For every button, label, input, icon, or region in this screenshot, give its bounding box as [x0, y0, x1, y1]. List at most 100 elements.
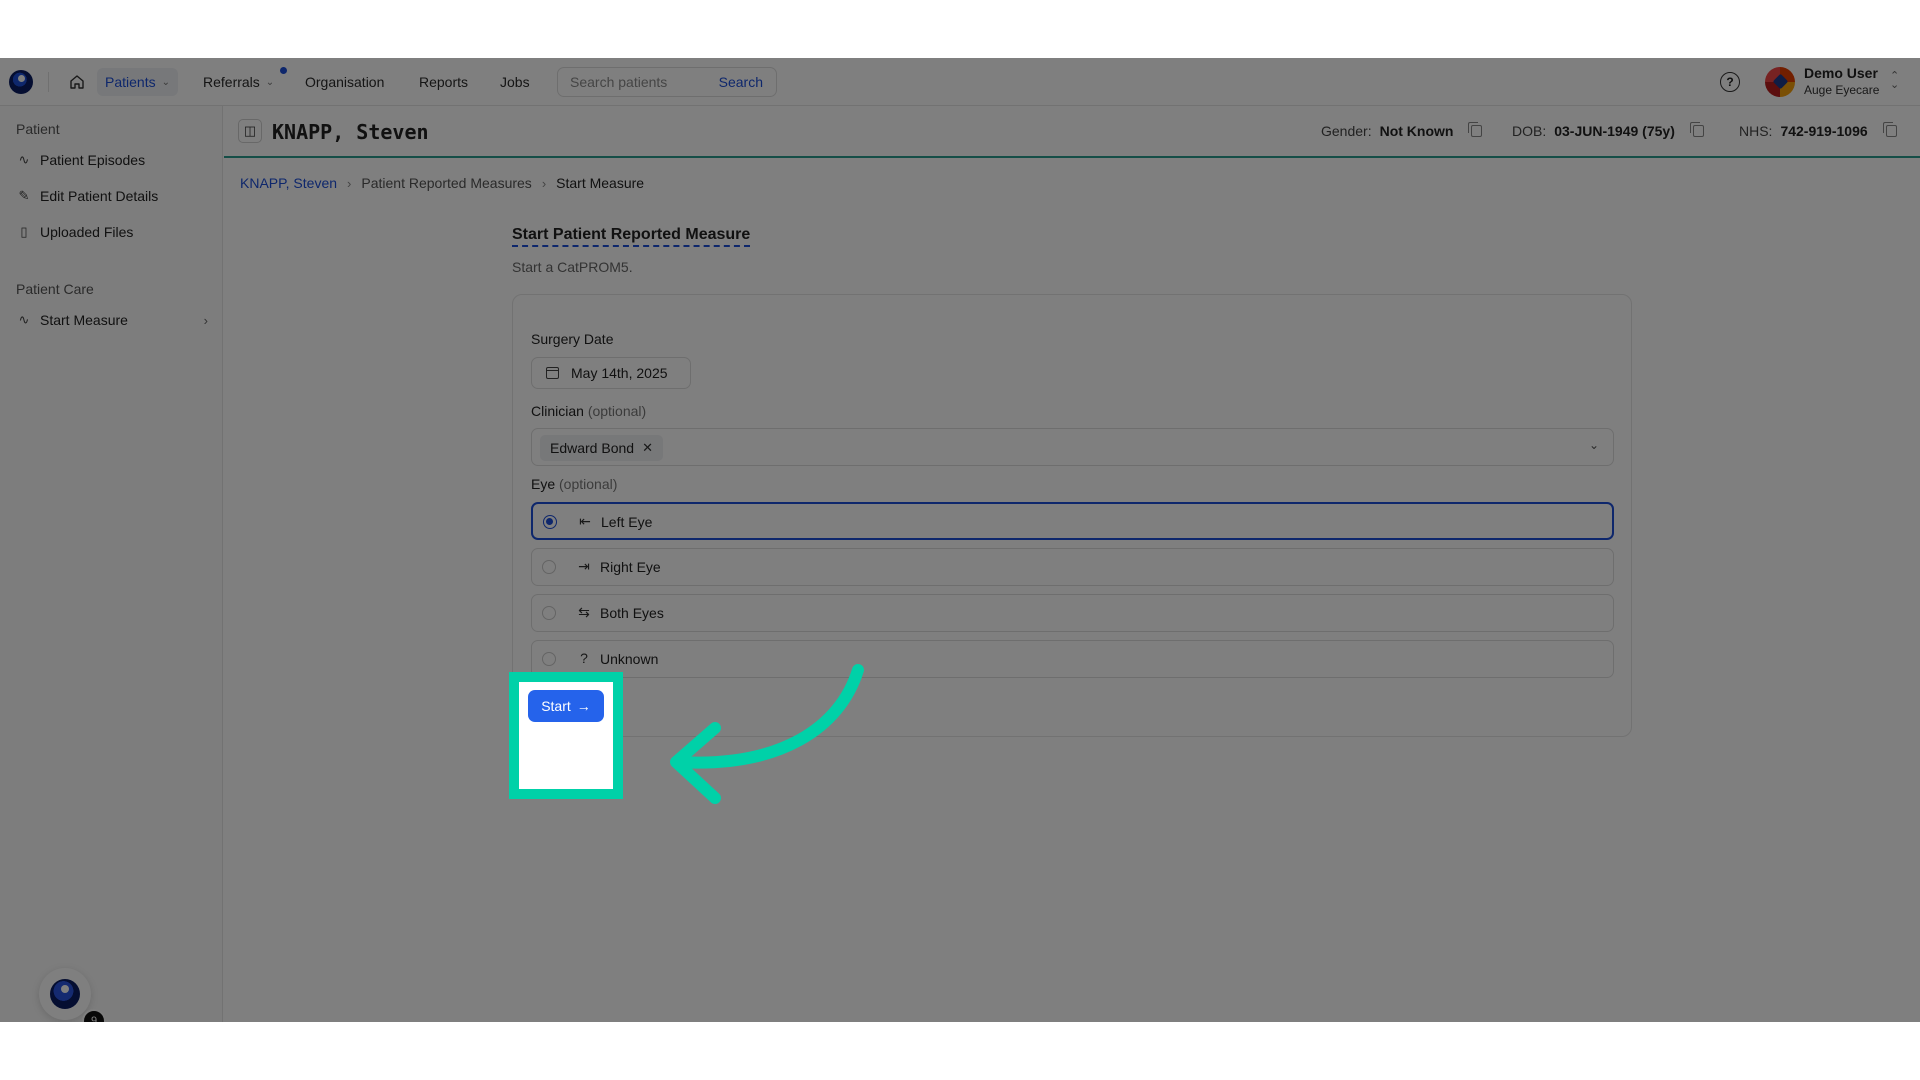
sidebar-item-uploaded-files[interactable]: ▯ Uploaded Files [16, 218, 208, 246]
arrow-right-to-line-icon: ⇥ [578, 558, 590, 574]
nav-organisation-label: Organisation [305, 74, 385, 90]
sidebar-item-label: Start Measure [40, 312, 128, 328]
assistant-button[interactable] [39, 968, 91, 1020]
clinician-label: Clinician (optional) [531, 403, 646, 419]
page-title: Start Patient Reported Measure [512, 226, 751, 247]
sidebar-section-patient: Patient [16, 121, 60, 137]
chevron-down-icon[interactable]: ⌄ [1589, 438, 1599, 452]
chevron-right-icon: › [347, 175, 352, 191]
arrows-left-right-icon: ⇆ [578, 604, 590, 620]
nav-patients[interactable]: Patients ⌄ [97, 68, 178, 96]
optional-hint: (optional) [587, 403, 647, 419]
pointer-arrow [670, 664, 864, 804]
dob-value: 03-JUN-1949 (75y) [1554, 123, 1675, 139]
breadcrumb-section[interactable]: Patient Reported Measures [361, 175, 531, 191]
breadcrumb: KNAPP, Steven › Patient Reported Measure… [240, 175, 644, 191]
radio-button[interactable] [543, 515, 557, 529]
notification-dot [280, 67, 287, 74]
arrow-right-icon: → [576, 698, 591, 714]
file-icon: ▯ [20, 224, 28, 239]
sidebar-item-patient-episodes[interactable]: ∿ Patient Episodes [16, 146, 208, 174]
panel-toggle-icon[interactable]: ◫ [238, 119, 262, 143]
eye-label-text: Eye [531, 476, 556, 492]
eye-option-label: Left Eye [601, 514, 653, 530]
nav-jobs[interactable]: Jobs [492, 68, 538, 96]
nav-referrals[interactable]: Referrals ⌄ [195, 68, 282, 96]
search-input[interactable] [558, 74, 698, 90]
eye-option-both[interactable]: ⇆ Both Eyes [531, 594, 1614, 632]
eye-logo-icon [50, 979, 80, 1009]
breadcrumb-patient[interactable]: KNAPP, Steven [240, 175, 337, 191]
user-name[interactable]: Demo User [1804, 65, 1878, 81]
gender-label: Gender: [1321, 123, 1372, 139]
patient-name: KNAPP, Steven [272, 120, 429, 144]
radio-button[interactable] [542, 560, 556, 574]
home-icon[interactable] [66, 71, 88, 93]
surgery-date-picker[interactable]: May 14th, 2025 [531, 357, 691, 389]
top-nav: Patients ⌄ Referrals ⌄ Organisation Repo… [0, 58, 1920, 106]
surgery-date-label: Surgery Date [531, 331, 614, 347]
nhs-label: NHS: [1739, 123, 1773, 139]
close-icon[interactable]: ✕ [642, 440, 653, 456]
nav-reports[interactable]: Reports [411, 68, 476, 96]
copy-icon[interactable] [1689, 122, 1704, 137]
nav-divider [48, 72, 49, 92]
sidebar-item-label: Patient Episodes [40, 152, 146, 168]
app-window: Patients ⌄ Referrals ⌄ Organisation Repo… [0, 58, 1920, 1022]
eye-option-label: Both Eyes [600, 605, 664, 621]
nav-organisation[interactable]: Organisation [297, 68, 392, 96]
app-logo[interactable] [9, 70, 33, 94]
radio-button[interactable] [542, 606, 556, 620]
sidebar-item-label: Uploaded Files [40, 224, 134, 240]
user-organisation: Auge Eyecare [1804, 83, 1880, 97]
nav-referrals-label: Referrals [203, 74, 260, 90]
clinician-label-text: Clinician [531, 403, 584, 419]
page-subtitle: Start a CatPROM5. [512, 259, 633, 275]
patient-search: Search [557, 67, 777, 97]
activity-icon: ∿ [18, 152, 30, 167]
user-avatar[interactable] [1765, 67, 1795, 97]
nav-jobs-label: Jobs [500, 74, 530, 90]
surgery-date-value: May 14th, 2025 [571, 365, 668, 381]
eye-label: Eye (optional) [531, 476, 617, 492]
chevron-down-icon: ⌄ [161, 76, 170, 88]
chevron-up-down-icon[interactable]: ⌃ ⌄ [1890, 71, 1899, 91]
sidebar: Patient ∿ Patient Episodes ✎ Edit Patien… [0, 106, 223, 1022]
dob-label: DOB: [1512, 123, 1547, 139]
eye-option-right[interactable]: ⇥ Right Eye [531, 548, 1614, 586]
radio-button[interactable] [542, 652, 556, 666]
sidebar-section-patient-care: Patient Care [16, 281, 94, 297]
clinician-chip: Edward Bond ✕ [540, 435, 663, 461]
gender-value: Not Known [1379, 123, 1454, 139]
arrow-left-to-line-icon: ⇤ [579, 513, 591, 529]
patient-nhs: NHS: 742-919-1096 [1739, 122, 1897, 139]
eye-option-label: Right Eye [600, 559, 661, 575]
chevron-right-icon: › [203, 312, 208, 328]
search-button[interactable]: Search [710, 71, 772, 93]
patient-gender: Gender: Not Known [1321, 122, 1483, 139]
start-button-label: Start [541, 698, 571, 714]
sidebar-item-label: Edit Patient Details [40, 188, 159, 204]
optional-hint: (optional) [559, 476, 618, 492]
start-button[interactable]: Start → [528, 690, 604, 722]
calendar-icon [546, 367, 559, 379]
sidebar-item-start-measure[interactable]: ∿ Start Measure › [16, 306, 208, 334]
help-icon[interactable]: ? [1720, 72, 1740, 92]
eye-option-left[interactable]: ⇤ Left Eye [531, 502, 1614, 540]
clinician-select[interactable]: Edward Bond ✕ ⌄ [531, 428, 1614, 466]
patient-header: ◫ KNAPP, Steven Gender: Not Known DOB: 0… [224, 106, 1920, 158]
copy-icon[interactable] [1882, 122, 1897, 137]
chevron-right-icon: › [541, 175, 547, 191]
breadcrumb-current: Start Measure [556, 175, 645, 191]
nhs-value: 742-919-1096 [1780, 123, 1868, 139]
chevron-down-icon: ⌄ [265, 76, 275, 88]
eye-option-label: Unknown [600, 651, 659, 667]
assistant-badge: 9 [82, 1009, 106, 1022]
clinician-chip-label: Edward Bond [550, 440, 635, 456]
patient-dob: DOB: 03-JUN-1949 (75y) [1512, 122, 1704, 139]
activity-icon: ∿ [18, 312, 30, 327]
copy-icon[interactable] [1468, 122, 1483, 137]
question-circle-icon: ? [580, 650, 588, 666]
pencil-icon: ✎ [18, 188, 30, 203]
sidebar-item-edit-patient-details[interactable]: ✎ Edit Patient Details [16, 182, 208, 210]
